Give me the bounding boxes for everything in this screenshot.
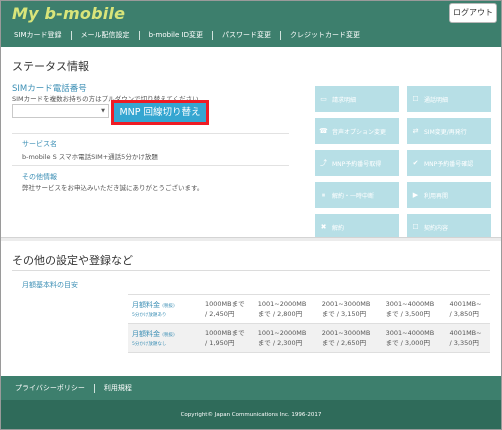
- check-icon: ✔: [412, 159, 419, 167]
- row-header: 月額料金 (税抜) 5分かけ放題あり: [128, 294, 202, 324]
- tile-label: 通話明細: [424, 96, 449, 104]
- tile-label: 解約: [332, 224, 345, 232]
- tile-mnp-number-get[interactable]: ⤴ MNP予約番号取得: [315, 150, 399, 176]
- table-cell: 2001~3000MB まで / 2,650円: [318, 323, 383, 353]
- table-cell: 4001MB~/ 3,350円: [446, 323, 490, 353]
- app-logo[interactable]: My b-mobile: [12, 4, 125, 23]
- logout-button[interactable]: ログアウト: [449, 3, 497, 23]
- document-icon: ☐: [412, 223, 419, 231]
- nav-mail-settings[interactable]: メール配信設定: [72, 30, 140, 40]
- table-cell: 1000MBまで/ 1,950円: [202, 323, 255, 353]
- tax-note: (税抜): [162, 333, 175, 338]
- other-info-label: その他情報: [22, 173, 57, 181]
- document-icon: ▭: [320, 95, 327, 103]
- tile-call-details[interactable]: ☐ 通話明細: [407, 86, 491, 112]
- row-header-note: 5分かけ放題なし: [132, 342, 167, 347]
- table-cell: 1001~2000MB まで / 2,800円: [254, 294, 319, 324]
- tile-label: 利用再開: [424, 192, 449, 200]
- divider: [12, 165, 289, 166]
- copyright-text: Copyright© Japan Communications Inc. 199…: [1, 400, 501, 429]
- table-cell: 3001~4000MB まで / 3,500円: [382, 294, 447, 324]
- tile-suspend[interactable]: ⏸ 解約・一時中断: [315, 182, 399, 208]
- privacy-policy-link[interactable]: プライバシーポリシー: [1, 383, 95, 393]
- page-frame: My b-mobile ログアウト SIMカード登録 メール配信設定 b-mob…: [0, 0, 502, 430]
- footer-links-bar: プライバシーポリシー 利用規程: [1, 376, 501, 400]
- chevron-down-icon: ▼: [101, 108, 105, 114]
- tile-billing-details[interactable]: ▭ 請求明細: [315, 86, 399, 112]
- tile-voice-option-change[interactable]: ☎ 音声オプション変更: [315, 118, 399, 144]
- tile-label: MNP予約番号取得: [332, 160, 382, 168]
- status-section-title: ステータス情報: [12, 60, 89, 73]
- tile-label: 契約内容: [424, 224, 449, 232]
- tile-label: MNP予約番号確認: [424, 160, 474, 168]
- row-header-title: 月額料金: [132, 330, 160, 338]
- divider: [12, 133, 289, 134]
- table-cell: 1001~2000MB まで / 2,300円: [254, 323, 319, 353]
- play-icon: ▶: [412, 191, 419, 199]
- table-cell: 3001~4000MB まで / 3,000円: [382, 323, 447, 353]
- row-header: 月額料金 (税抜) 5分かけ放題なし: [128, 323, 202, 353]
- row-header-title: 月額料金: [132, 301, 160, 309]
- close-icon: ✖: [320, 223, 327, 231]
- table-row: 月額料金 (税抜) 5分かけ放題なし 1000MBまで/ 1,950円 1001…: [128, 323, 490, 353]
- nav-password-change[interactable]: パスワード変更: [213, 30, 281, 40]
- mnp-switch-label: MNP 回線切り替え: [114, 103, 206, 122]
- tile-mnp-number-check[interactable]: ✔ MNP予約番号確認: [407, 150, 491, 176]
- nav-credit-card-change[interactable]: クレジットカード変更: [281, 31, 369, 40]
- table-cell: 1000MBまで/ 2,450円: [202, 294, 255, 324]
- monthly-fee-subtitle: 月額基本料の目安: [22, 281, 78, 289]
- export-icon: ⤴: [320, 159, 327, 167]
- swap-icon: ⇄: [412, 127, 419, 135]
- section-divider: [1, 237, 501, 241]
- row-header-note: 5分かけ放題あり: [132, 313, 167, 318]
- phone-icon: ☎: [319, 127, 328, 135]
- service-name-value: b-mobile S スマホ電話SIM+通話5分かけ放題: [22, 153, 158, 161]
- tile-label: 請求明細: [332, 96, 357, 104]
- table-row: 月額料金 (税抜) 5分かけ放題あり 1000MBまで/ 2,450円 1001…: [128, 294, 490, 324]
- tile-resume[interactable]: ▶ 利用再開: [407, 182, 491, 208]
- tax-note: (税抜): [162, 304, 175, 309]
- other-settings-title: その他の設定や登録など: [12, 254, 133, 267]
- service-name-label: サービス名: [22, 140, 57, 148]
- tile-label: 音声オプション変更: [332, 128, 387, 136]
- pause-icon: ⏸: [321, 190, 326, 199]
- action-tiles: ▭ 請求明細 ☐ 通話明細 ☎ 音声オプション変更 ⇄ SIM変更/再発行 ⤴ MNP予約…: [315, 86, 491, 240]
- tile-sim-change[interactable]: ⇄ SIM変更/再発行: [407, 118, 491, 144]
- nav-id-change[interactable]: b-mobile ID変更: [140, 30, 213, 40]
- other-info-value: 弊社サービスをお申込みいただき誠にありがとうございます。: [22, 184, 204, 192]
- nav-sim-register[interactable]: SIMカード登録: [1, 30, 72, 40]
- tile-label: SIM変更/再発行: [424, 128, 467, 136]
- header-bar: My b-mobile ログアウト SIMカード登録 メール配信設定 b-mob…: [1, 1, 501, 47]
- divider: [12, 270, 490, 271]
- pricing-table: 月額料金 (税抜) 5分かけ放題あり 1000MBまで/ 2,450円 1001…: [128, 294, 490, 353]
- document-icon: ☐: [412, 95, 419, 103]
- main-nav: SIMカード登録 メール配信設定 b-mobile ID変更 パスワード変更 ク…: [1, 27, 369, 43]
- table-cell: 4001MB~/ 3,850円: [446, 294, 490, 324]
- mnp-switch-button[interactable]: MNP 回線切り替え: [111, 100, 209, 125]
- terms-link[interactable]: 利用規程: [95, 384, 141, 393]
- table-cell: 2001~3000MB まで / 3,150円: [318, 294, 383, 324]
- sim-number-select[interactable]: ▼: [12, 104, 109, 118]
- tile-label: 解約・一時中断: [332, 192, 375, 200]
